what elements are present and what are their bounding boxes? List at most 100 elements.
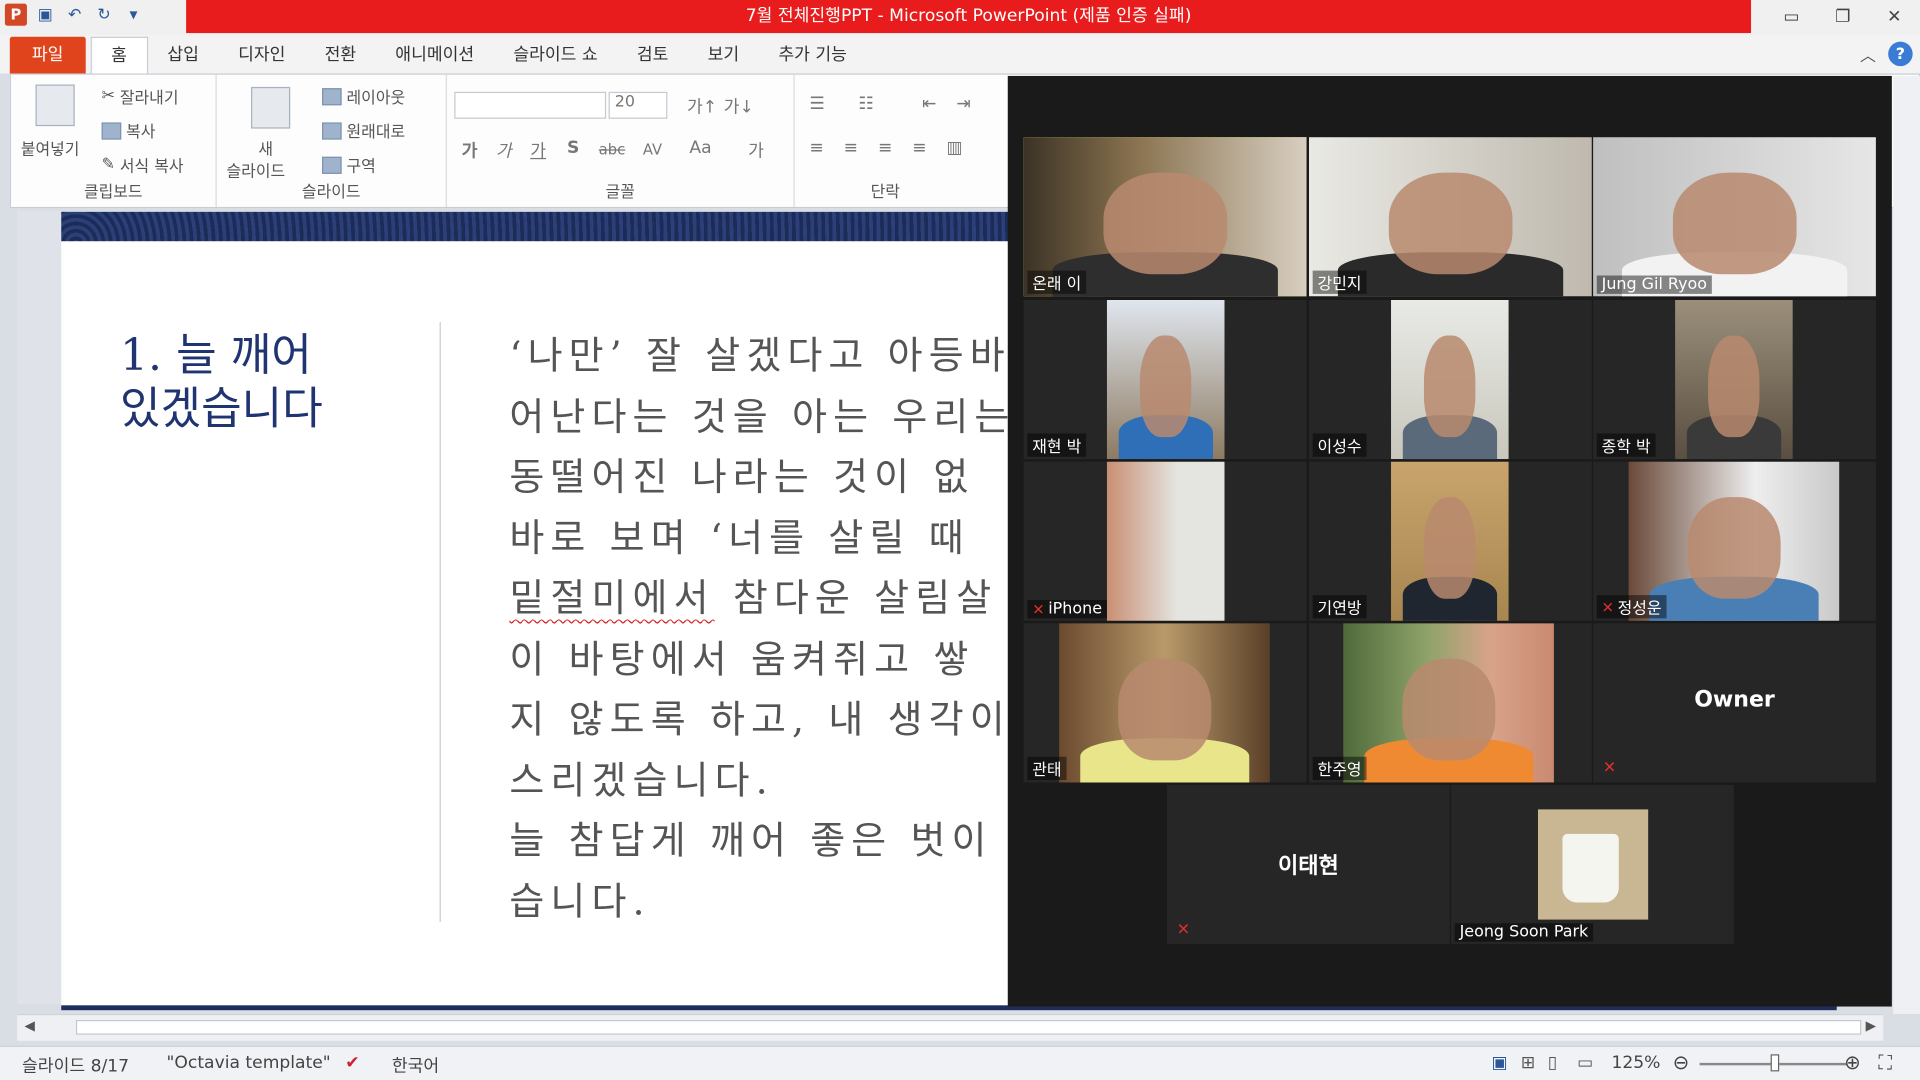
change-case-button[interactable]: Aa (689, 138, 711, 158)
close-icon[interactable]: ✕ (1869, 0, 1920, 33)
save-icon[interactable]: ▣ (34, 4, 56, 26)
paste-icon[interactable] (35, 84, 75, 127)
participant-name: 한주영 (1312, 756, 1367, 781)
layout-button[interactable]: 레이아웃 (322, 84, 405, 108)
new-slide-label-1[interactable]: 새 (258, 136, 273, 159)
customize-toolbar-icon[interactable]: ▾ (122, 4, 144, 26)
participant-tile[interactable]: ✕ iPhone (1023, 461, 1307, 621)
participant-tile[interactable]: 기연방 (1308, 461, 1592, 621)
shrink-font-icon[interactable]: 가↓ (724, 94, 754, 118)
slide-heading-line-2: 있겠습니다 (120, 384, 323, 435)
numbering-icon[interactable]: ☷ (858, 94, 873, 114)
strikethrough-button[interactable]: abc (599, 141, 625, 158)
zoom-out-icon[interactable]: ⊖ (1673, 1051, 1689, 1074)
copy-button[interactable]: 복사 (101, 119, 155, 142)
participant-video (1391, 461, 1509, 621)
slide-heading[interactable]: 1. 늘 깨어 있겠습니다 (120, 329, 402, 437)
horizontal-scrollbar[interactable]: ◀ ▶ (17, 1013, 1884, 1041)
shadow-button[interactable]: S (567, 138, 579, 158)
new-slide-button[interactable]: 슬라이드 (227, 158, 286, 181)
columns-icon[interactable]: ▥ (947, 138, 963, 158)
zoom-level[interactable]: 125% (1611, 1053, 1660, 1073)
restore-icon[interactable]: ❐ (1817, 0, 1868, 33)
participant-tile[interactable]: 한주영 (1308, 623, 1592, 783)
participant-tile[interactable]: 이태현 ✕ (1166, 784, 1450, 945)
participant-tile[interactable]: 재현 박 (1023, 300, 1307, 460)
redo-icon[interactable]: ↻ (93, 4, 115, 26)
powerpoint-window: P ▣ ↶ ↻ ▾ 7월 전체진행PPT - Microsoft PowerPo… (0, 0, 1920, 1080)
justify-icon[interactable]: ≡ (912, 138, 926, 158)
participant-video (1106, 300, 1225, 460)
font-size-dropdown[interactable]: 20 (608, 91, 668, 119)
font-color-button[interactable]: 가 (748, 138, 764, 162)
tab-transitions[interactable]: 전환 (305, 37, 376, 74)
scroll-right-icon[interactable]: ▶ (1866, 1018, 1876, 1034)
language[interactable]: 한국어 (392, 1053, 439, 1077)
fit-slide-icon[interactable]: ⛶ (1878, 1051, 1892, 1075)
muted-mic-icon: ✕ (1601, 598, 1614, 616)
decrease-indent-icon[interactable]: ⇤ (922, 94, 936, 114)
copy-icon (101, 121, 122, 139)
slide-pane-edge (17, 210, 62, 1005)
participant-name: 이성수 (1312, 433, 1367, 457)
bullets-icon[interactable]: ☰ (809, 94, 824, 114)
tab-addins[interactable]: 추가 기능 (759, 37, 867, 74)
participant-name: 재현 박 (1027, 433, 1087, 457)
grow-font-icon[interactable]: 가↑ (687, 94, 717, 118)
paste-button[interactable]: 붙여넣기 (21, 136, 80, 159)
align-right-icon[interactable]: ≡ (878, 138, 892, 158)
tab-insert[interactable]: 삽입 (148, 37, 219, 74)
reset-button[interactable]: 원래대로 (322, 119, 405, 142)
increase-indent-icon[interactable]: ⇥ (956, 94, 970, 114)
align-left-icon[interactable]: ≡ (809, 138, 823, 158)
section-button[interactable]: 구역 (322, 153, 376, 176)
proofing-icon[interactable]: ✔ (345, 1053, 359, 1073)
cut-button[interactable]: ✂ 잘라내기 (102, 84, 179, 108)
participant-tile[interactable]: 강민지 (1308, 137, 1592, 297)
participant-video (1391, 300, 1509, 460)
undo-icon[interactable]: ↶ (64, 4, 86, 26)
tab-view[interactable]: 보기 (688, 37, 759, 74)
participant-tile[interactable]: 온래 이 (1023, 137, 1307, 297)
tab-animations[interactable]: 애니메이션 (376, 37, 494, 74)
section-icon (322, 156, 342, 174)
reading-view-icon[interactable]: ▯ (1548, 1053, 1557, 1073)
participant-name: ✕ 정성운 (1596, 595, 1667, 619)
minimize-icon[interactable]: ▭ (1766, 0, 1817, 33)
horizontal-scroll-thumb[interactable] (75, 1020, 1862, 1035)
help-icon[interactable]: ? (1888, 41, 1913, 67)
align-center-icon[interactable]: ≡ (844, 138, 858, 158)
participant-tile[interactable]: 이성수 (1308, 300, 1592, 460)
spellcheck-word[interactable]: 밑절미에서 (509, 577, 714, 621)
font-name-dropdown[interactable] (454, 91, 607, 119)
theme-name[interactable]: "Octavia template" (167, 1053, 331, 1073)
participant-tile[interactable]: Owner ✕ (1593, 623, 1876, 783)
slide-divider (439, 322, 441, 923)
zoom-in-icon[interactable]: ⊕ (1844, 1051, 1860, 1074)
tab-home[interactable]: 홈 (90, 36, 148, 74)
tab-file[interactable]: 파일 (9, 36, 86, 74)
minimize-ribbon-icon[interactable]: ︿ (1860, 42, 1876, 65)
slide-sorter-icon[interactable]: ⊞ (1521, 1053, 1535, 1073)
participant-tile[interactable]: ✕ 정성운 (1593, 461, 1876, 621)
participant-tile[interactable]: 관태 (1023, 623, 1307, 783)
participant-tile[interactable]: Jeong Soon Park (1451, 784, 1734, 945)
slideshow-view-icon[interactable]: ▭ (1577, 1053, 1593, 1073)
underline-button[interactable]: 가 (530, 138, 546, 162)
vertical-scrollbar[interactable] (1893, 75, 1920, 1014)
bold-button[interactable]: 가 (462, 138, 478, 162)
format-painter-button[interactable]: ✎ 서식 복사 (101, 153, 184, 177)
tab-design[interactable]: 디자인 (218, 37, 304, 74)
participant-tile[interactable]: Jung Gil Ryoo (1593, 137, 1876, 297)
tab-slideshow[interactable]: 슬라이드 쇼 (494, 37, 618, 74)
new-slide-icon[interactable] (251, 86, 291, 129)
char-spacing-button[interactable]: AV (643, 141, 662, 158)
participant-tile[interactable]: 종학 박 (1593, 300, 1876, 460)
powerpoint-app-icon[interactable]: P (4, 3, 27, 26)
tab-review[interactable]: 검토 (617, 37, 688, 74)
italic-button[interactable]: 가 (496, 138, 512, 162)
normal-view-icon[interactable]: ▣ (1491, 1053, 1507, 1073)
brush-icon: ✎ (101, 155, 115, 174)
scroll-left-icon[interactable]: ◀ (24, 1018, 34, 1034)
zoom-slider-thumb[interactable] (1770, 1054, 1780, 1072)
